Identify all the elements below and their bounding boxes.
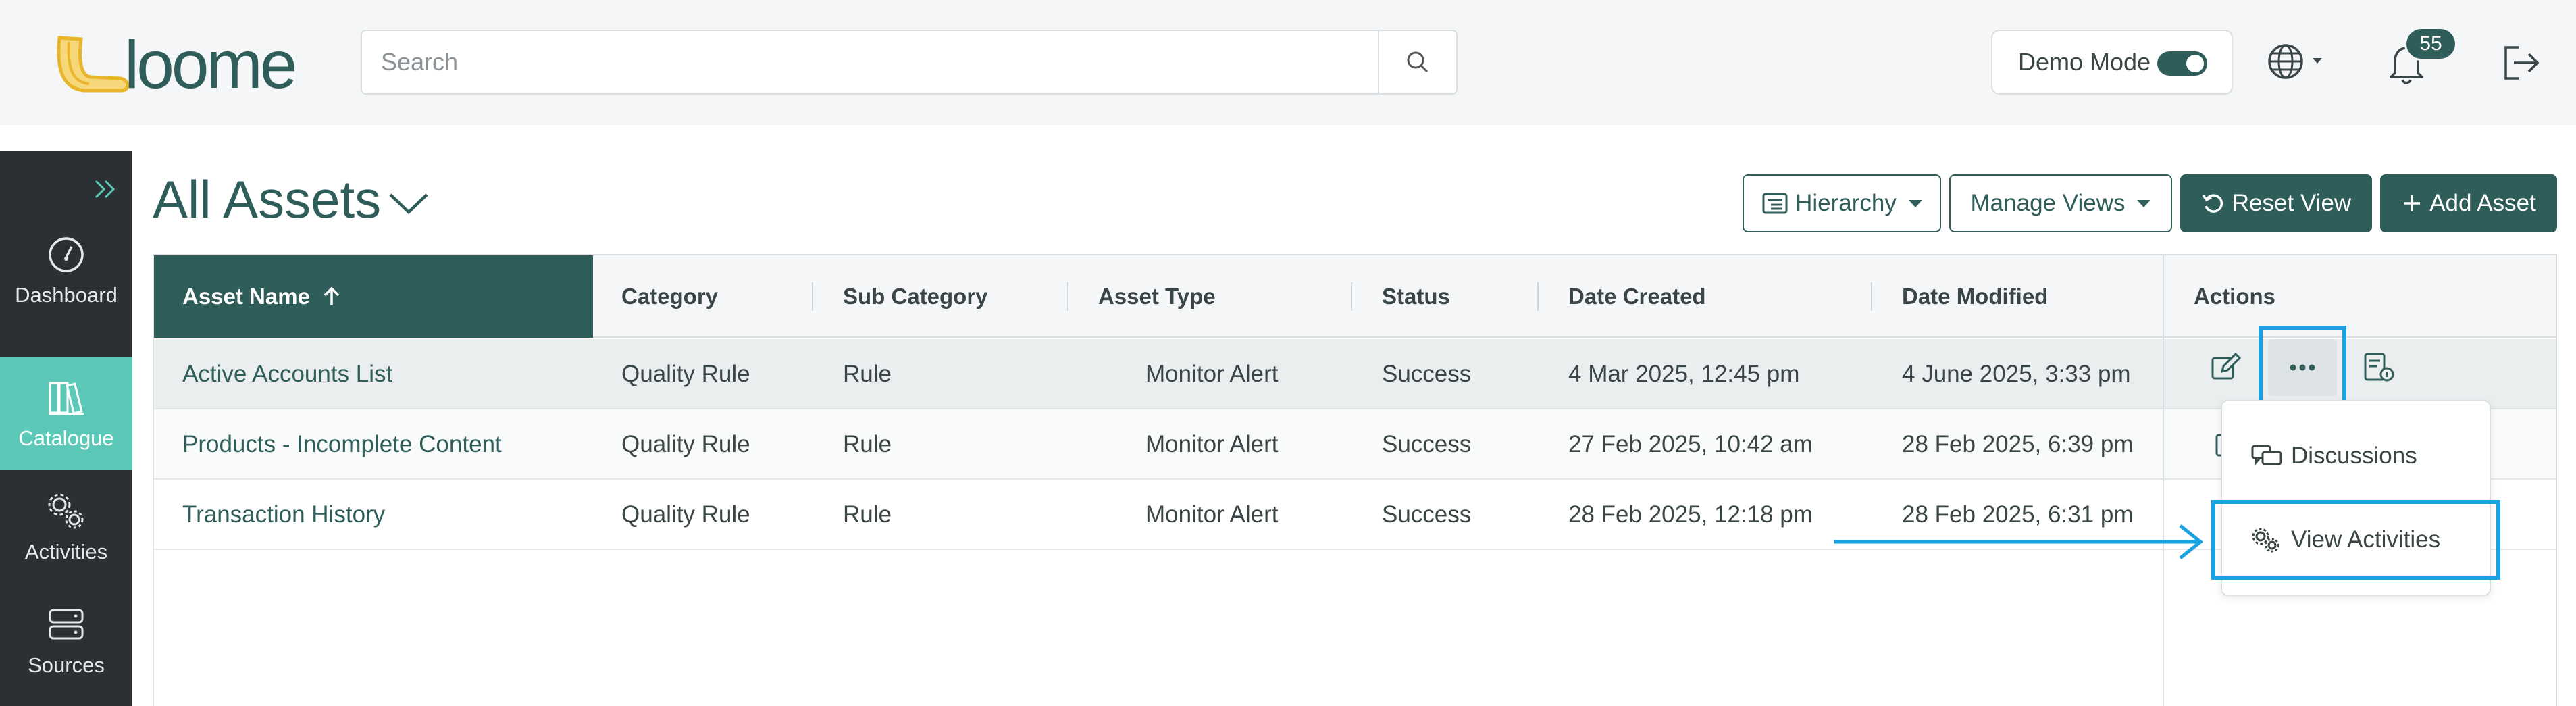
- assets-table: Asset Name Category Sub Category Asset T…: [153, 254, 2557, 706]
- reset-view-label: Reset View: [2232, 190, 2352, 216]
- sidebar-item-label: Dashboard: [15, 283, 118, 307]
- column-header-label: Category: [621, 284, 719, 309]
- menu-item-label: Discussions: [2291, 443, 2417, 469]
- top-header: loome Demo Mode 55: [0, 0, 2576, 125]
- search-bar: [361, 30, 1458, 95]
- svg-text:loome: loome: [124, 27, 295, 100]
- column-header-label: Date Created: [1568, 284, 1706, 309]
- sidebar-item-dashboard[interactable]: Dashboard: [0, 213, 132, 327]
- column-status[interactable]: Status: [1382, 255, 1450, 338]
- date-created-cell: 4 Mar 2025, 12:45 pm: [1568, 361, 1800, 387]
- asset-type-cell: Monitor Alert: [1145, 361, 1279, 387]
- details-icon[interactable]: [2363, 351, 2395, 384]
- search-input[interactable]: [381, 31, 1374, 93]
- sidebar-item-label: Sources: [28, 653, 105, 677]
- page-title: All Assets: [153, 170, 382, 229]
- sidebar-item-label: Activities: [24, 540, 108, 563]
- sidebar: Dashboard Catalogue Activities Sources: [0, 151, 132, 706]
- date-modified-cell: 28 Feb 2025, 6:39 pm: [1902, 431, 2134, 457]
- logout-icon[interactable]: [2499, 39, 2544, 86]
- column-sub-category[interactable]: Sub Category: [843, 255, 988, 338]
- caret-down-icon: [1908, 199, 1922, 207]
- demo-mode-control[interactable]: Demo Mode: [1991, 30, 2233, 95]
- manage-views-button[interactable]: Manage Views: [1949, 174, 2172, 232]
- hierarchy-button[interactable]: Hierarchy: [1743, 174, 1941, 232]
- chat-icon: [2251, 445, 2282, 466]
- column-separator[interactable]: [1537, 282, 1539, 311]
- add-asset-label: Add Asset: [2429, 190, 2536, 216]
- status-cell: Success: [1382, 361, 1472, 387]
- sidebar-item-sources[interactable]: Sources: [0, 584, 132, 697]
- menu-item-discussions[interactable]: Discussions: [2222, 419, 2490, 493]
- reset-view-button[interactable]: Reset View: [2180, 174, 2372, 232]
- column-separator[interactable]: [812, 282, 813, 311]
- search-button[interactable]: [1378, 31, 1456, 93]
- highlight-view-activities: [2211, 500, 2500, 580]
- asset-type-cell: Monitor Alert: [1145, 501, 1279, 528]
- globe-icon[interactable]: [2264, 38, 2332, 85]
- demo-mode-label: Demo Mode: [2018, 48, 2151, 76]
- gauge-icon: [49, 237, 84, 272]
- column-header-label: Sub Category: [843, 284, 988, 309]
- column-date-modified[interactable]: Date Modified: [1902, 255, 2048, 338]
- column-separator[interactable]: [1351, 282, 1352, 311]
- sidebar-item-catalogue[interactable]: Catalogue: [0, 357, 132, 470]
- column-separator[interactable]: [1067, 282, 1068, 311]
- hierarchy-label: Hierarchy: [1795, 190, 1897, 216]
- pointer-arrow: [1834, 524, 2204, 559]
- column-category[interactable]: Category: [621, 255, 718, 338]
- actions-column-divider: [2163, 255, 2164, 706]
- sub-category-cell: Rule: [843, 501, 892, 528]
- sub-category-cell: Rule: [843, 361, 892, 387]
- table-row[interactable]: Active Accounts List Quality Rule Rule M…: [154, 339, 2556, 409]
- books-icon: [49, 382, 84, 415]
- column-header-label: Actions: [2194, 284, 2276, 309]
- date-created-cell: 27 Feb 2025, 10:42 am: [1568, 431, 1813, 457]
- reset-icon: [2202, 194, 2223, 213]
- sub-category-cell: Rule: [843, 431, 892, 457]
- date-modified-cell: 4 June 2025, 3:33 pm: [1902, 361, 2131, 387]
- category-cell: Quality Rule: [621, 501, 750, 528]
- edit-icon[interactable]: [2209, 351, 2241, 384]
- asset-name-link[interactable]: Active Accounts List: [182, 339, 392, 409]
- column-header-label: Date Modified: [1902, 284, 2049, 309]
- search-icon: [1407, 51, 1428, 73]
- status-cell: Success: [1382, 501, 1472, 528]
- status-cell: Success: [1382, 431, 1472, 457]
- column-asset-type[interactable]: Asset Type: [1098, 255, 1216, 338]
- asset-name-link[interactable]: Transaction History: [182, 480, 385, 550]
- notification-badge: 55: [2404, 27, 2457, 61]
- chevron-down-icon[interactable]: [386, 188, 431, 218]
- gears-icon: [48, 493, 84, 529]
- demo-mode-toggle[interactable]: [2157, 51, 2207, 76]
- caret-down-icon: [2137, 199, 2151, 207]
- table-header: Asset Name Category Sub Category Asset T…: [154, 255, 2556, 338]
- hierarchy-icon: [1762, 193, 1788, 214]
- asset-name-link[interactable]: Products - Incomplete Content: [182, 409, 502, 480]
- column-separator[interactable]: [1871, 282, 1872, 311]
- asset-type-cell: Monitor Alert: [1145, 431, 1279, 457]
- table-row[interactable]: Products - Incomplete Content Quality Ru…: [154, 409, 2556, 480]
- category-cell: Quality Rule: [621, 431, 750, 457]
- date-created-cell: 28 Feb 2025, 12:18 pm: [1568, 501, 1813, 528]
- sort-ascending-icon: [324, 286, 340, 305]
- double-chevron-right-icon[interactable]: [92, 176, 119, 203]
- column-date-created[interactable]: Date Created: [1568, 255, 1706, 338]
- highlight-more-actions: [2259, 326, 2346, 409]
- column-asset-name[interactable]: Asset Name: [154, 255, 593, 338]
- category-cell: Quality Rule: [621, 361, 750, 387]
- add-asset-button[interactable]: Add Asset: [2380, 174, 2557, 232]
- sidebar-item-activities[interactable]: Activities: [0, 470, 132, 584]
- sidebar-item-label: Catalogue: [18, 426, 114, 450]
- manage-views-label: Manage Views: [1970, 190, 2126, 216]
- column-header-label: Asset Name: [182, 284, 310, 309]
- column-header-label: Status: [1382, 284, 1450, 309]
- server-icon: [49, 609, 84, 640]
- loome-logo[interactable]: loome: [54, 26, 338, 100]
- plus-icon: [2404, 195, 2421, 211]
- column-header-label: Asset Type: [1098, 284, 1216, 309]
